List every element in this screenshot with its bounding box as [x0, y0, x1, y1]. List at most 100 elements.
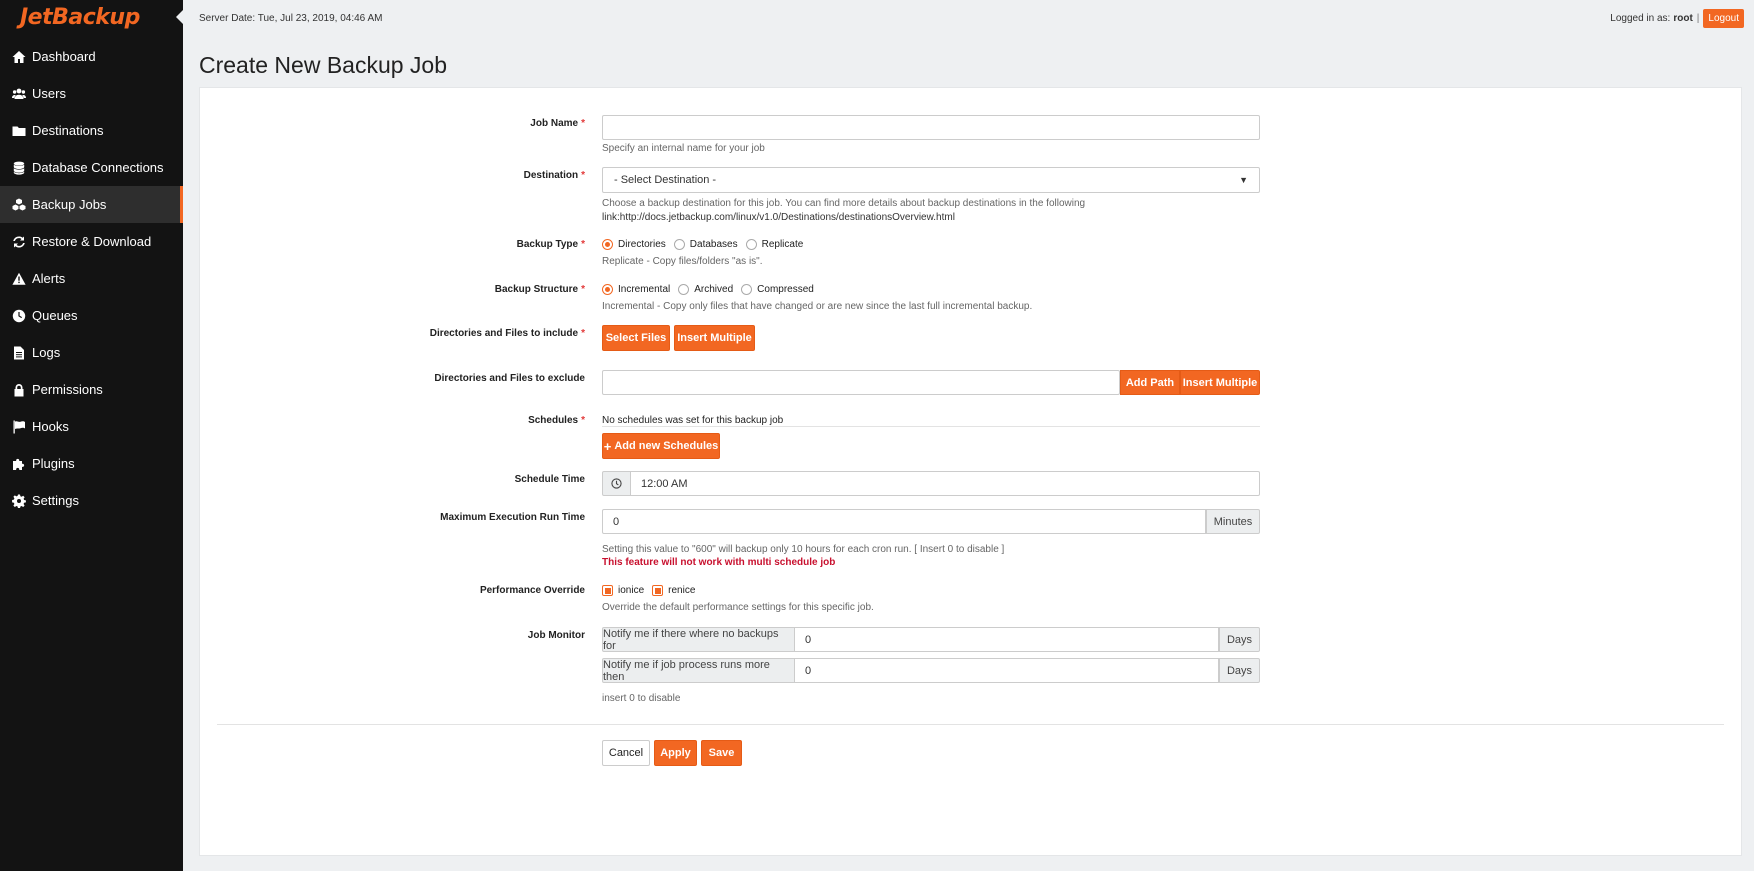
backup-structure-incremental-label: Incremental — [618, 284, 671, 295]
destination-label: Destination * — [523, 170, 585, 181]
backup-structure-radios: Incremental Archived Compressed — [602, 284, 822, 295]
sidebar-item-label: Alerts — [32, 271, 66, 286]
sidebar-item-database-connections[interactable]: Database Connections — [0, 149, 183, 186]
job-name-help: Specify an internal name for your job — [602, 143, 765, 154]
performance-override-label: Performance Override — [479, 585, 585, 596]
app-logo[interactable]: JetBackup — [0, 0, 183, 34]
file-icon — [11, 346, 26, 360]
sidebar-item-label: Destinations — [32, 123, 104, 138]
select-files-button[interactable]: Select Files — [602, 325, 670, 351]
exclude-path-input[interactable] — [602, 370, 1120, 395]
sidebar-item-queues[interactable]: Queues — [0, 297, 183, 334]
job-monitor-label: Job Monitor — [527, 630, 585, 641]
job-name-label: Job Name * — [530, 118, 585, 129]
page-title: Create New Backup Job — [199, 52, 448, 78]
folder-icon — [11, 124, 26, 138]
minutes-addon: Minutes — [1206, 509, 1260, 534]
backup-type-replicate-label: Replicate — [761, 239, 804, 250]
add-path-button[interactable]: Add Path — [1120, 370, 1180, 395]
backup-structure-compressed-label: Compressed — [757, 284, 814, 295]
sidebar-item-label: Dashboard — [32, 49, 96, 64]
monitor-long-run-prefix: Notify me if job process runs more then — [602, 658, 795, 683]
backup-structure-incremental-radio[interactable] — [602, 284, 613, 295]
apply-button[interactable]: Apply — [654, 740, 697, 766]
backup-structure-label: Backup Structure * — [494, 284, 585, 295]
backup-type-directories-label: Directories — [618, 239, 666, 250]
sidebar-nav: Dashboard Users Destinations Database Conne… — [0, 38, 183, 519]
monitor-no-backups-prefix: Notify me if there where no backups for — [602, 627, 795, 652]
monitor-long-run-input[interactable]: 0 — [794, 658, 1219, 683]
warning-icon — [11, 272, 26, 286]
sidebar-item-backup-jobs[interactable]: Backup Jobs — [0, 186, 183, 223]
cancel-button[interactable]: Cancel — [602, 740, 650, 766]
job-monitor-help: insert 0 to disable — [602, 693, 681, 704]
backup-type-radios: Directories Databases Replicate — [602, 239, 811, 250]
performance-override-help: Override the default performance setting… — [602, 602, 874, 613]
cubes-icon — [11, 198, 26, 212]
schedule-time-input[interactable]: 12:00 AM — [630, 471, 1260, 496]
include-label: Directories and Files to include * — [429, 328, 585, 339]
backup-structure-compressed-radio[interactable] — [741, 284, 753, 295]
sidebar-item-destinations[interactable]: Destinations — [0, 112, 183, 149]
sidebar-item-restore-download[interactable]: Restore & Download — [0, 223, 183, 260]
backup-type-help: Replicate - Copy files/folders "as is". — [602, 256, 763, 267]
destination-docs-link[interactable]: link:http://docs.jetbackup.com/linux/v1.… — [602, 212, 955, 223]
sidebar-item-permissions[interactable]: Permissions — [0, 371, 183, 408]
job-name-input[interactable] — [602, 115, 1260, 140]
logout-button[interactable]: Logout — [1703, 9, 1744, 28]
lock-icon — [11, 383, 26, 397]
clock-icon — [11, 309, 26, 323]
sidebar-item-dashboard[interactable]: Dashboard — [0, 38, 183, 75]
insert-multiple-exclude-button[interactable]: Insert Multiple — [1180, 370, 1260, 395]
backup-type-databases-radio[interactable] — [673, 239, 685, 250]
destination-help: Choose a backup destination for this job… — [602, 198, 1086, 209]
puzzle-icon — [11, 457, 26, 471]
backup-structure-archived-radio[interactable] — [678, 284, 690, 295]
performance-renice-label: renice — [668, 585, 696, 596]
sidebar-item-label: Users — [32, 86, 66, 101]
save-button[interactable]: Save — [701, 740, 742, 766]
sidebar-item-users[interactable]: Users — [0, 75, 183, 112]
sidebar-item-label: Hooks — [32, 419, 69, 434]
add-schedule-label: Add new Schedules — [614, 440, 719, 452]
server-date: Server Date: Tue, Jul 23, 2019, 04:46 AM — [199, 13, 383, 24]
sidebar-item-plugins[interactable]: Plugins — [0, 445, 183, 482]
schedules-label: Schedules * — [528, 415, 585, 426]
monitor-no-backups-unit: Days — [1219, 627, 1260, 652]
max-run-time-help: Setting this value to "600" will backup … — [602, 544, 1005, 555]
sidebar-item-alerts[interactable]: Alerts — [0, 260, 183, 297]
performance-renice-checkbox[interactable] — [652, 585, 664, 596]
sidebar-item-label: Settings — [32, 493, 79, 508]
sidebar-item-settings[interactable]: Settings — [0, 482, 183, 519]
performance-ionice-checkbox[interactable] — [602, 585, 613, 596]
destination-select[interactable]: - Select Destination - ▼ — [602, 167, 1260, 193]
insert-multiple-include-button[interactable]: Insert Multiple — [674, 325, 755, 351]
backup-structure-help: Incremental - Copy only files that have … — [602, 301, 1033, 312]
sidebar-item-label: Plugins — [32, 456, 75, 471]
schedules-divider — [602, 426, 1260, 427]
destination-selected: - Select Destination - — [614, 174, 717, 186]
max-run-time-input[interactable]: 0 — [602, 509, 1206, 534]
monitor-no-backups-input[interactable]: 0 — [794, 627, 1219, 652]
schedule-time-label: Schedule Time — [514, 474, 585, 485]
refresh-icon — [11, 235, 26, 249]
schedules-empty-text: No schedules was set for this backup job — [602, 415, 784, 426]
sidebar-item-label: Queues — [32, 308, 78, 323]
backup-type-directories-radio[interactable] — [602, 239, 613, 250]
add-schedule-button[interactable]: + Add new Schedules — [602, 433, 720, 459]
exclude-label: Directories and Files to exclude — [434, 373, 585, 384]
users-icon — [11, 87, 26, 101]
max-run-time-warning: This feature will not work with multi sc… — [602, 557, 836, 568]
logged-in-label: Logged in as: — [1610, 13, 1671, 24]
actions-divider — [217, 724, 1724, 725]
topbar: Server Date: Tue, Jul 23, 2019, 04:46 AM… — [183, 0, 1754, 37]
sidebar-item-hooks[interactable]: Hooks — [0, 408, 183, 445]
backup-type-replicate-radio[interactable] — [745, 239, 757, 250]
max-run-time-label: Maximum Execution Run Time — [440, 512, 585, 523]
sidebar-item-logs[interactable]: Logs — [0, 334, 183, 371]
gear-icon — [11, 494, 26, 508]
database-icon — [11, 161, 26, 175]
sidebar-item-label: Logs — [32, 345, 61, 360]
flag-icon — [11, 420, 26, 434]
performance-override-checks: ionice renice — [602, 585, 703, 596]
